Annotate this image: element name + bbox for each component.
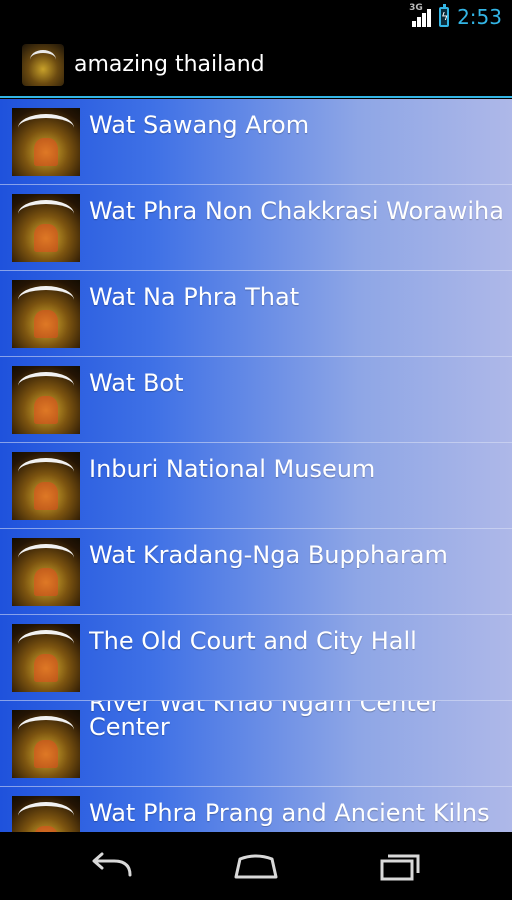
app-logo-icon[interactable] — [22, 43, 64, 86]
signal-icon: 3G — [409, 3, 432, 27]
screen: 3G ϟ 2:53 amazing thailand Wat Sawang Ar… — [0, 0, 512, 900]
battery-icon: ϟ — [439, 3, 450, 27]
temple-thumbnail-icon — [12, 710, 80, 778]
list-item[interactable]: Wat Bot — [0, 357, 512, 443]
list-item[interactable]: River Wat Khao Ngam Center Center — [0, 701, 512, 787]
list-item[interactable]: The Old Court and City Hall — [0, 615, 512, 701]
temple-thumbnail-icon — [12, 280, 80, 348]
back-icon — [92, 852, 132, 877]
action-bar: amazing thailand — [0, 33, 512, 98]
temple-thumbnail-icon — [12, 194, 80, 262]
home-icon — [234, 854, 278, 879]
recent-apps-icon — [380, 854, 420, 881]
recent-apps-button[interactable] — [370, 846, 430, 886]
list-item-label: Wat Phra Prang and Ancient Kilns — [89, 799, 490, 827]
list-item-label: The Old Court and City Hall — [89, 627, 417, 655]
attractions-list[interactable]: Wat Sawang Arom Wat Phra Non Chakkrasi W… — [0, 99, 512, 832]
temple-thumbnail-icon — [12, 452, 80, 520]
temple-thumbnail-icon — [12, 366, 80, 434]
list-item-label: Wat Kradang-Nga Buppharam — [89, 541, 448, 569]
list-item-label: Wat Sawang Arom — [89, 111, 310, 139]
app-title: amazing thailand — [74, 52, 265, 77]
status-bar: 3G ϟ 2:53 — [0, 0, 512, 33]
list-item[interactable]: Wat Phra Prang and Ancient Kilns — [0, 787, 512, 832]
list-item[interactable]: Inburi National Museum — [0, 443, 512, 529]
list-item-label-line: Center — [89, 713, 170, 741]
temple-thumbnail-icon — [12, 108, 80, 176]
temple-thumbnail-icon — [12, 538, 80, 606]
network-type: 3G — [409, 2, 423, 13]
back-button[interactable] — [82, 846, 142, 886]
list-item-label: Wat Na Phra That — [89, 283, 300, 311]
list-item-label: River Wat Khao Ngam Center Center — [89, 701, 512, 741]
list-item[interactable]: Wat Sawang Arom — [0, 99, 512, 185]
list-item-label: Wat Bot — [89, 369, 184, 397]
list-item[interactable]: Wat Phra Non Chakkrasi Worawiha — [0, 185, 512, 271]
list-item[interactable]: Wat Kradang-Nga Buppharam — [0, 529, 512, 615]
list-item-label: Inburi National Museum — [89, 455, 376, 483]
navigation-bar — [0, 832, 512, 900]
list-item[interactable]: Wat Na Phra That — [0, 271, 512, 357]
list-item-label: Wat Phra Non Chakkrasi Worawiha — [89, 197, 504, 225]
status-time: 2:53 — [457, 4, 502, 29]
home-button[interactable] — [226, 846, 286, 886]
list-item-label-clipped-line: River Wat Khao Ngam Center — [89, 701, 441, 717]
temple-thumbnail-icon — [12, 796, 80, 832]
temple-thumbnail-icon — [12, 624, 80, 692]
